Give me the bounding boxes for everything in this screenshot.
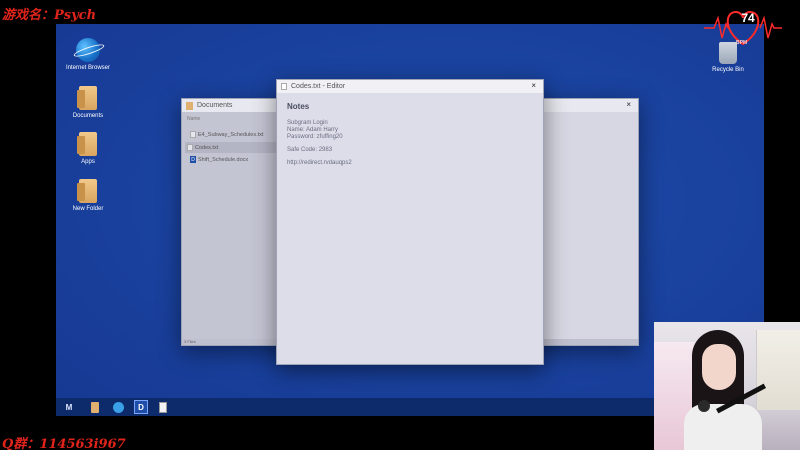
heart-rate-value: 74 <box>741 11 755 25</box>
desktop-icon-documents[interactable]: Documents <box>56 86 120 120</box>
game-name-overlay: 游戏名：Psych <box>2 8 97 23</box>
file-row-selected[interactable]: Codes.txt <box>185 142 280 153</box>
close-icon[interactable]: × <box>626 100 631 109</box>
desktop-icon-new-folder[interactable]: New Folder <box>56 179 120 213</box>
file-row[interactable]: D Shift_Schedule.docx <box>188 154 280 165</box>
desktop-icon-label: Internet Browser <box>65 65 111 71</box>
file-name: E4_Subway_Schedules.txt <box>198 131 264 138</box>
desktop-icon-label: Apps <box>81 159 95 165</box>
word-doc-icon: D <box>190 156 196 163</box>
folder-icon <box>77 86 97 110</box>
notes-heading: Notes <box>287 102 310 111</box>
documents-folder-icon[interactable] <box>88 400 102 414</box>
text-file-icon <box>190 131 196 138</box>
text-file-icon <box>187 144 193 151</box>
text-file-icon <box>281 83 287 90</box>
documents-title: Documents <box>197 102 233 109</box>
start-logo-icon[interactable]: M <box>62 400 76 414</box>
note-line: Name: Adam Harry <box>287 127 339 133</box>
globe-icon <box>76 38 100 62</box>
desktop-icon-label: Documents <box>72 113 104 119</box>
folder-icon <box>186 101 193 110</box>
webcam-overlay <box>654 322 800 450</box>
editor-title-bar[interactable]: Codes.txt - Editor × <box>277 80 543 93</box>
file-name: Shift_Schedule.docx <box>198 156 249 163</box>
note-line: Safe Code: 2983 <box>287 147 333 153</box>
word-doc-icon[interactable]: D <box>134 400 148 414</box>
editor-title: Codes.txt - Editor <box>291 83 346 90</box>
close-icon[interactable]: × <box>531 81 536 90</box>
heart-rate-unit: BPM <box>736 40 748 46</box>
file-name: Codes.txt <box>195 144 219 151</box>
editor-text-area[interactable]: Notes Subgram Login Name: Adam Harry Pas… <box>277 93 543 177</box>
note-line: http://redirect.rvdauqps2 <box>287 160 352 166</box>
folder-icon <box>77 132 97 156</box>
desktop-icon-internet-browser[interactable]: Internet Browser <box>56 38 120 72</box>
note-line: Password: zfuffing20 <box>287 134 343 140</box>
file-row[interactable]: E4_Subway_Schedules.txt <box>188 129 280 140</box>
desktop-icon-label: New Folder <box>72 206 104 212</box>
microphone-icon <box>698 400 710 412</box>
folder-icon <box>77 179 97 203</box>
text-file-icon[interactable] <box>156 400 170 414</box>
note-line: Subgram Login <box>287 120 328 126</box>
desktop-icon-label: Recycle Bin <box>712 67 744 73</box>
file-list-pane: Name E4_Subway_Schedules.txt Codes.txt D… <box>182 112 280 342</box>
webcam-streamer-face <box>702 344 736 390</box>
desktop-icon-apps[interactable]: Apps <box>56 132 120 166</box>
webcam-background-shelf <box>756 330 800 410</box>
name-column-header[interactable]: Name <box>187 116 200 122</box>
editor-window: Codes.txt - Editor × Notes Subgram Login… <box>276 79 544 365</box>
qq-group-overlay: Q群：114563i967 <box>2 437 126 450</box>
browser-globe-icon[interactable] <box>111 400 125 414</box>
